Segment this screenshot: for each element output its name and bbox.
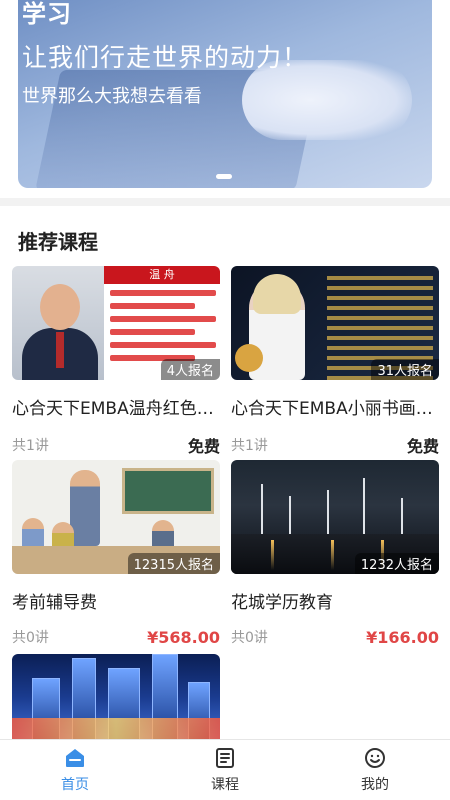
tab-courses[interactable]: 课程 [150,740,300,800]
bottom-tab-bar: 首页 课程 我的 [0,739,450,800]
course-card[interactable]: 12315人报名 考前辅导费 共0讲 ¥568.00 [12,460,220,647]
course-price: 免费 [406,437,439,456]
course-thumbnail [12,654,220,740]
course-title: 心合天下EMBA小丽书画… [231,399,433,419]
tab-profile[interactable]: 我的 [300,740,450,800]
banner-title-top: 学习 [22,0,72,28]
promo-banner[interactable]: 学习 让我们行走世界的动力！ 世界那么大我想去看看 [18,0,432,188]
lesson-count: 共1讲 [12,438,49,454]
section-divider [0,198,450,206]
enroll-count-badge: 12315人报名 [127,553,220,574]
lesson-count: 共0讲 [231,630,268,646]
course-thumbnail: 12315人报名 [12,460,220,574]
course-title: 考前辅导费 [12,593,97,613]
home-icon [66,749,84,767]
lesson-count: 共0讲 [12,630,49,646]
tab-label: 课程 [211,777,239,793]
course-card[interactable]: 1232人报名 花城学历教育 共0讲 ¥166.00 [231,460,439,647]
banner-headline: 让我们行走世界的动力！ [22,43,309,72]
course-card[interactable]: 温 舟 4人报名 心合天下EMBA温舟红色… 共1讲 免费 [12,266,220,457]
course-card[interactable] [12,654,220,740]
tab-label: 首页 [61,777,89,793]
tab-home[interactable]: 首页 [0,740,150,800]
tab-label: 我的 [361,777,389,793]
enroll-count-badge: 4人报名 [160,359,220,380]
course-price: 免费 [187,437,220,456]
recommended-courses-title: 推荐课程 [18,230,98,254]
course-thumbnail: 1232人报名 [231,460,439,574]
course-thumbnail: 温 舟 4人报名 [12,266,220,380]
thumbnail-header: 温 舟 [104,266,220,284]
profile-icon [365,748,385,768]
banner-page-indicator [216,174,232,179]
enroll-count-badge: 1232人报名 [354,553,439,574]
course-icon [216,748,234,768]
course-card[interactable]: 31人报名 心合天下EMBA小丽书画… 共1讲 免费 [231,266,439,457]
course-price: ¥166.00 [366,627,439,647]
enroll-count-badge: 31人报名 [371,359,439,380]
course-title: 花城学历教育 [231,593,333,613]
banner-subline: 世界那么大我想去看看 [22,86,202,107]
lesson-count: 共1讲 [231,438,268,454]
course-price: ¥568.00 [147,627,220,647]
course-thumbnail: 31人报名 [231,266,439,380]
course-title: 心合天下EMBA温舟红色… [12,399,214,419]
